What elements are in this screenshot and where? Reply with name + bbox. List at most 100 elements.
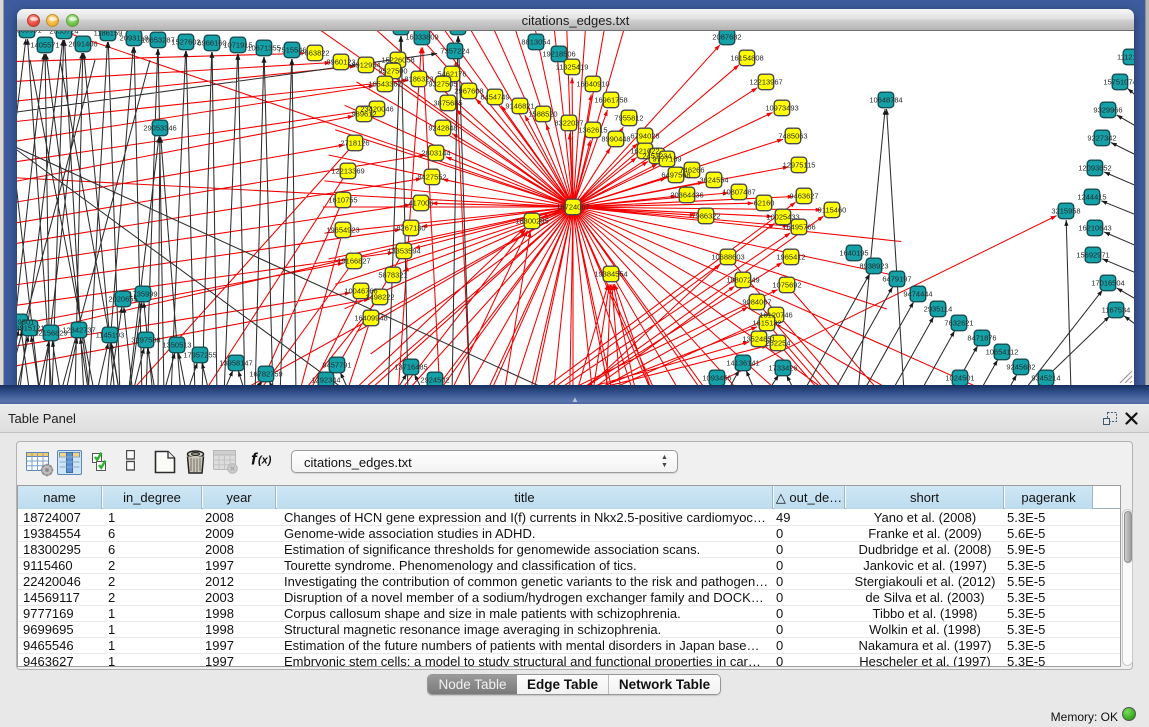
svg-text:17016504: 17016504 — [1091, 278, 1124, 287]
svg-text:8912954: 8912954 — [351, 60, 380, 69]
svg-text:19384554: 19384554 — [594, 269, 627, 278]
svg-text:8938923: 8938923 — [859, 261, 888, 270]
svg-text:1527602: 1527602 — [171, 37, 200, 46]
svg-text:2718126: 2718126 — [340, 138, 369, 147]
svg-text:5878321: 5878321 — [378, 270, 407, 279]
svg-text:(x): (x) — [258, 455, 272, 467]
svg-text:18300295: 18300295 — [515, 216, 548, 225]
svg-text:9227342: 9227342 — [1087, 133, 1116, 142]
svg-text:1024501: 1024501 — [945, 373, 974, 382]
svg-text:9245682: 9245682 — [1006, 362, 1035, 371]
svg-text:2803144: 2803144 — [421, 148, 450, 157]
svg-text:1733426: 1733426 — [768, 363, 797, 372]
svg-text:1112131: 1112131 — [1117, 52, 1134, 61]
svg-text:2087682: 2087682 — [712, 32, 741, 41]
svg-text:7955812: 7955812 — [614, 113, 643, 122]
svg-text:15692971: 15692971 — [1076, 250, 1109, 259]
svg-text:16543362: 16543362 — [368, 79, 401, 88]
svg-text:746266: 746266 — [679, 165, 704, 174]
svg-text:8427552: 8427552 — [417, 172, 446, 181]
svg-text:7357224: 7357224 — [440, 46, 469, 55]
svg-text:10025433: 10025433 — [766, 212, 799, 221]
svg-text:15226058: 15226058 — [381, 55, 414, 64]
svg-text:3875685: 3875685 — [433, 98, 462, 107]
svg-text:7632621: 7632621 — [944, 318, 973, 327]
svg-text:14136141: 14136141 — [726, 358, 759, 367]
svg-text:16640910: 16640910 — [576, 79, 609, 88]
svg-text:19654923: 19654923 — [326, 225, 359, 234]
svg-text:18724007: 18724007 — [556, 202, 589, 211]
svg-text:2967608: 2967608 — [454, 86, 483, 95]
svg-text:9457791: 9457791 — [322, 360, 351, 369]
svg-text:9329966: 9329966 — [1093, 105, 1122, 114]
svg-text:989612: 989612 — [351, 109, 376, 118]
svg-text:9345214: 9345214 — [1031, 373, 1060, 382]
svg-text:1965412: 1965412 — [776, 252, 805, 261]
svg-text:20364436: 20364436 — [670, 190, 703, 199]
svg-text:8813054: 8813054 — [521, 37, 550, 46]
svg-text:8267130: 8267130 — [396, 223, 425, 232]
svg-text:1640195: 1640195 — [839, 248, 868, 257]
svg-text:12975115: 12975115 — [783, 160, 816, 169]
svg-text:1735999: 1735999 — [128, 289, 157, 298]
svg-text:2935114: 2935114 — [924, 304, 953, 313]
svg-text:9777169: 9777169 — [652, 154, 681, 163]
svg-text:16409948: 16409948 — [354, 313, 387, 322]
svg-text:1145193: 1145193 — [96, 330, 125, 339]
svg-text:8990448: 8990448 — [601, 134, 630, 143]
svg-text:9115460: 9115460 — [818, 205, 847, 214]
svg-text:12093852: 12093852 — [1078, 163, 1111, 172]
svg-text:7986322: 7986322 — [691, 211, 720, 220]
svg-text:3215958: 3215958 — [1051, 206, 1080, 215]
svg-text:417006: 417006 — [408, 198, 433, 207]
svg-text:1615132: 1615132 — [752, 318, 781, 327]
svg-text:13716485: 13716485 — [394, 362, 427, 371]
svg-text:1350513: 1350513 — [162, 340, 191, 349]
svg-text:8454749: 8454749 — [480, 92, 509, 101]
svg-text:17957255: 17957255 — [183, 350, 216, 359]
svg-text:13353594: 13353594 — [387, 246, 420, 255]
svg-text:2055724: 2055724 — [49, 31, 78, 35]
svg-text:10648784: 10648784 — [869, 95, 902, 104]
svg-text:16210643: 16210643 — [1078, 223, 1111, 232]
svg-text:10973493: 10973493 — [765, 103, 798, 112]
svg-text:29053346: 29053346 — [143, 123, 176, 132]
svg-text:16782759: 16782759 — [249, 369, 282, 378]
svg-text:16154808: 16154808 — [730, 53, 763, 62]
svg-text:1186159: 1186159 — [94, 31, 123, 37]
svg-text:15751074: 15751074 — [1103, 77, 1134, 86]
svg-text:12342737: 12342737 — [62, 325, 95, 334]
svg-text:1244415: 1244415 — [1077, 192, 1106, 201]
svg-text:6966160: 6966160 — [197, 38, 226, 47]
svg-text:19166827: 19166827 — [337, 256, 370, 265]
svg-text:18807249: 18807249 — [726, 275, 759, 284]
svg-text:9463627: 9463627 — [789, 191, 818, 200]
svg-text:9474444: 9474444 — [903, 289, 932, 298]
svg-text:9327505: 9327505 — [428, 79, 457, 88]
svg-text:2924502: 2924502 — [420, 375, 449, 384]
svg-text:5462176: 5462176 — [437, 69, 466, 78]
svg-text:10671355: 10671355 — [247, 43, 280, 52]
svg-text:6794028: 6794028 — [630, 131, 659, 140]
svg-text:62160: 62160 — [754, 198, 775, 207]
svg-text:1939991: 1939991 — [17, 31, 42, 34]
svg-text:16033809: 16033809 — [405, 32, 438, 41]
svg-text:8471876: 8471876 — [967, 333, 996, 342]
svg-text:1292344: 1292344 — [311, 375, 340, 384]
svg-text:3624554: 3624554 — [699, 175, 728, 184]
svg-text:9242848: 9242848 — [428, 123, 457, 132]
svg-text:16495766: 16495766 — [782, 222, 815, 231]
svg-text:7663822: 7663822 — [300, 48, 329, 57]
svg-text:10653287: 10653287 — [141, 35, 174, 44]
svg-text:252254: 252254 — [765, 338, 790, 347]
svg-text:1362615: 1362615 — [578, 125, 607, 134]
svg-text:7485063: 7485063 — [778, 131, 807, 140]
svg-text:12213369: 12213369 — [331, 166, 364, 175]
svg-text:3297588: 3297588 — [131, 335, 160, 344]
svg-text:1588520: 1588520 — [528, 109, 557, 118]
svg-text:10807487: 10807487 — [722, 187, 755, 196]
svg-text:1167534: 1167534 — [1102, 305, 1131, 314]
svg-text:1498222: 1498222 — [365, 292, 394, 301]
svg-text:1075692: 1075692 — [772, 280, 801, 289]
svg-text:2691406: 2691406 — [68, 39, 97, 48]
